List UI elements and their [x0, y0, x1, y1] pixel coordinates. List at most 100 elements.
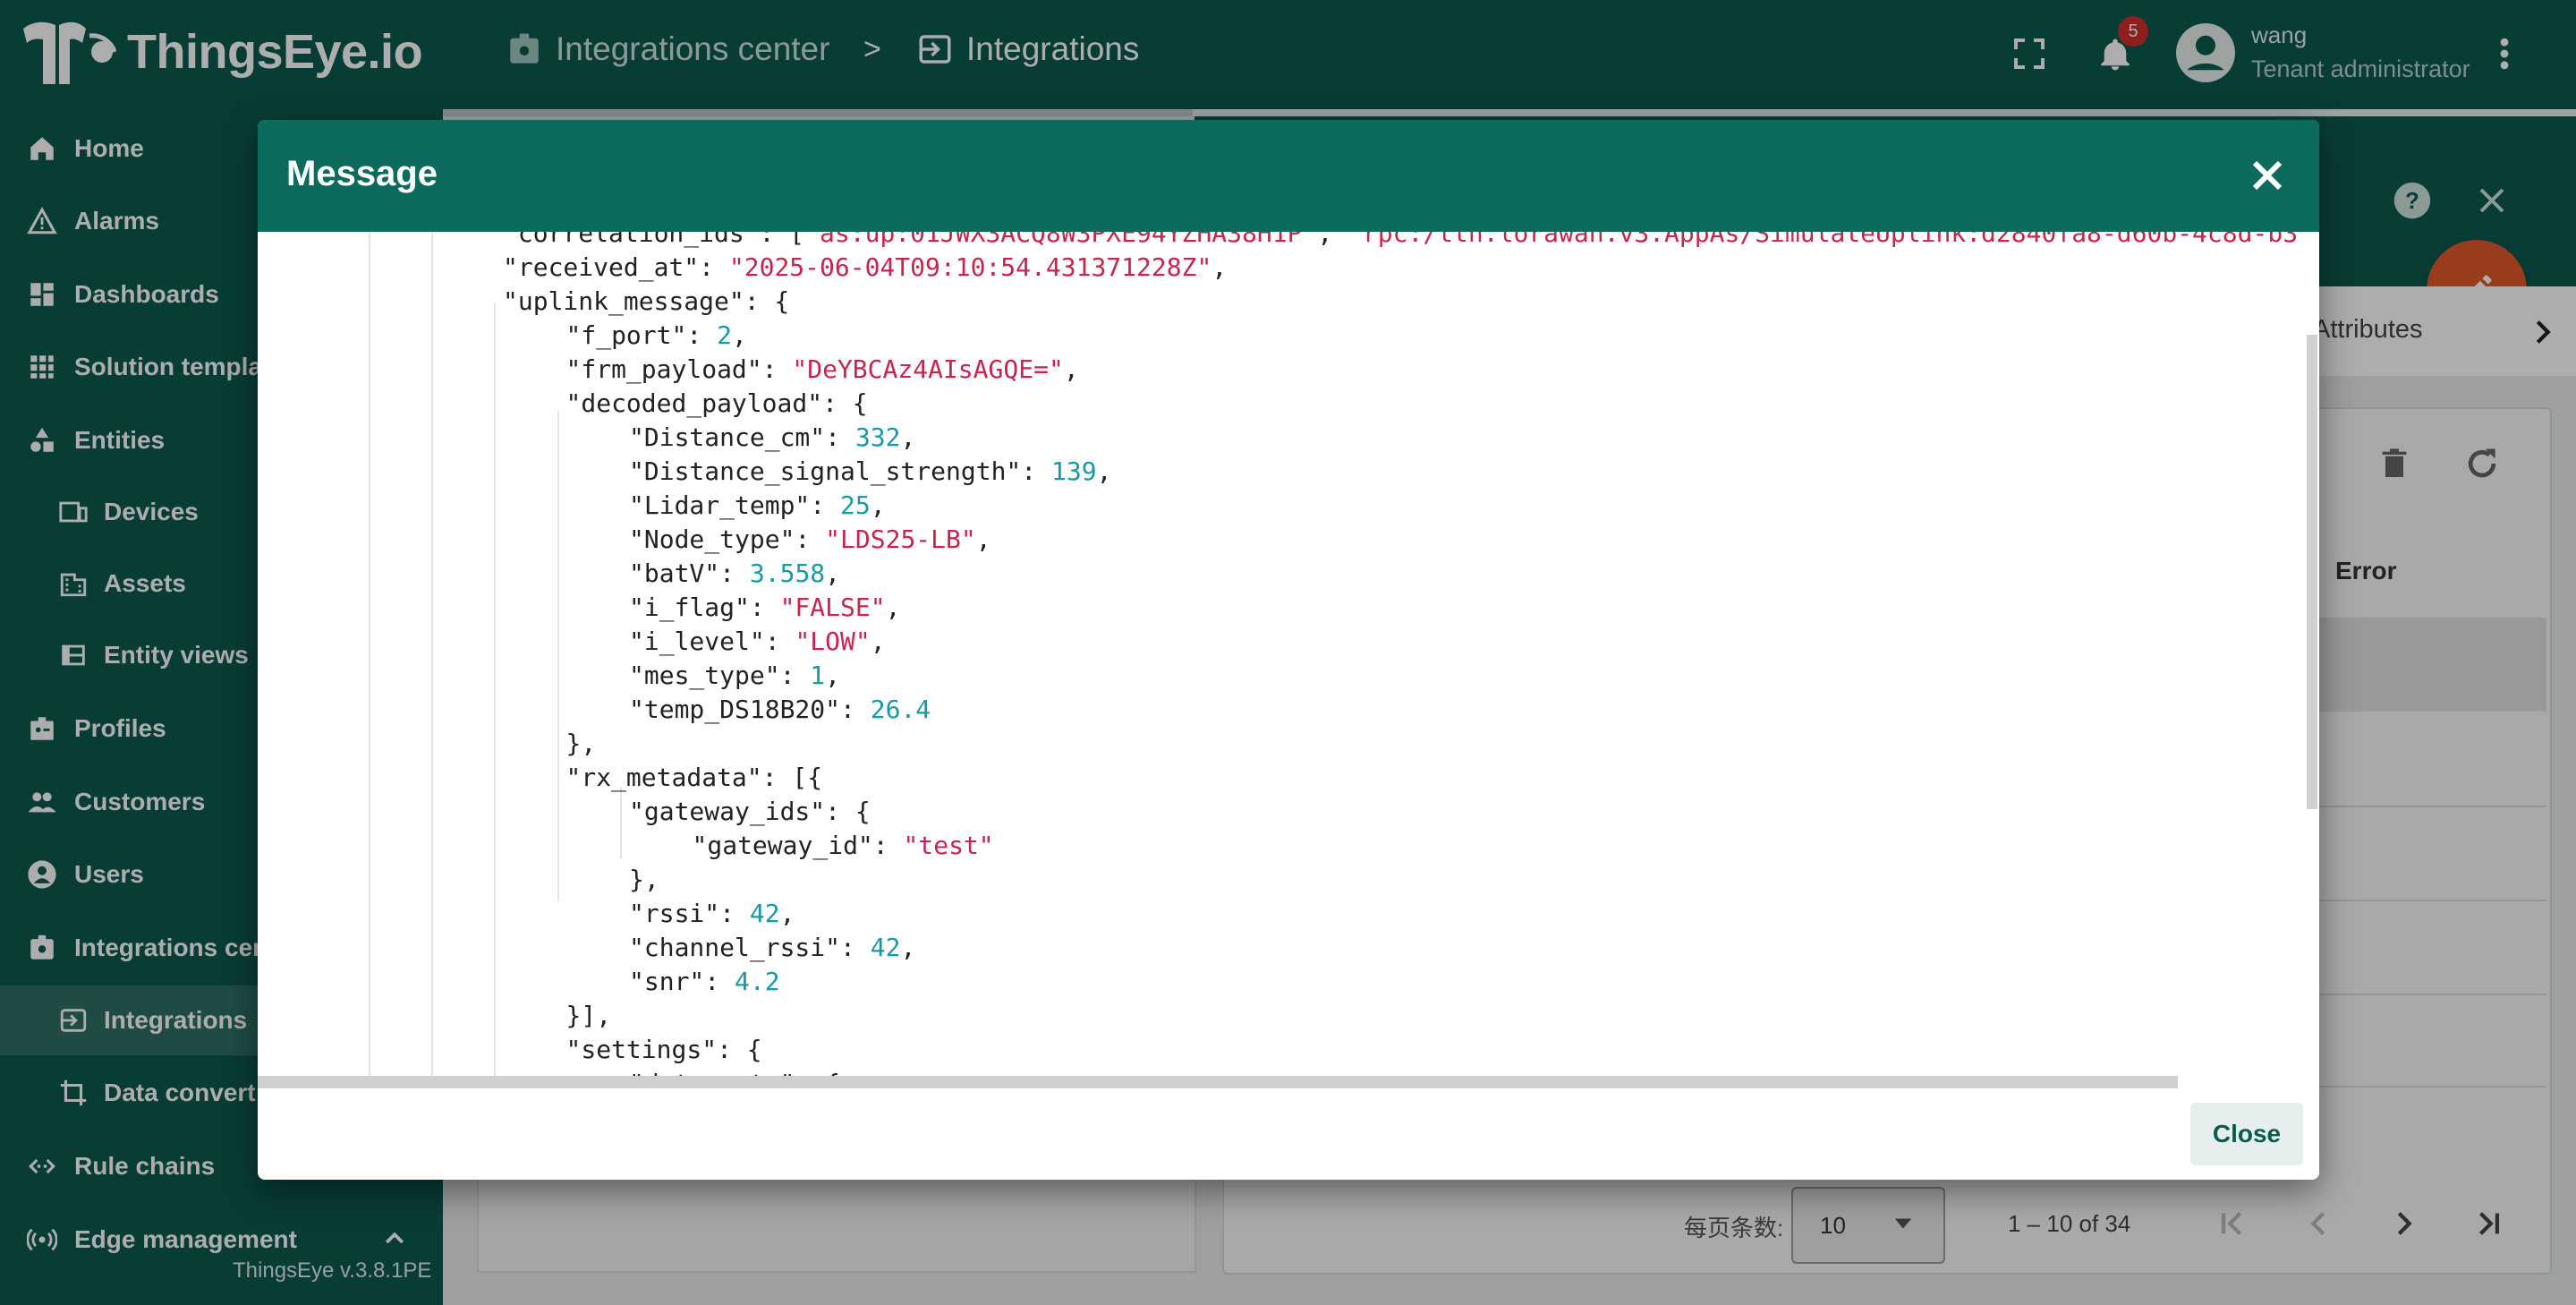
json-key: "rx_metadata": [565, 763, 762, 792]
json-number-value: 26.4: [870, 695, 931, 724]
json-line: "mes_type": 1,: [629, 659, 840, 693]
json-punctuation: : [{: [761, 763, 823, 792]
json-punctuation: ,: [900, 422, 916, 452]
json-punctuation: ,: [870, 627, 886, 656]
json-key: "uplink_message": [503, 286, 744, 316]
json-punctuation: ,: [825, 661, 841, 690]
horizontal-scrollbar[interactable]: [258, 1076, 2178, 1088]
json-line: "settings": {: [566, 1033, 762, 1067]
json-punctuation: ,: [900, 933, 916, 962]
json-number-value: 25: [840, 490, 871, 520]
json-key: "i_flag": [629, 593, 750, 622]
json-punctuation: :: [704, 967, 735, 996]
json-line: "correlation_ids": ["as:up:01JWX3ACQ8W3P…: [503, 232, 2298, 251]
json-punctuation: :: [686, 320, 718, 350]
json-key: "batV": [629, 559, 720, 588]
json-punctuation: :: [825, 422, 855, 452]
json-number-value: 42: [749, 899, 780, 928]
json-punctuation: :: [699, 252, 729, 282]
json-number-value: 42: [870, 933, 901, 962]
json-punctuation: },: [565, 729, 597, 758]
json-line: "temp_DS18B20": 26.4: [629, 693, 931, 727]
json-line: },: [629, 863, 659, 897]
json-line: "gateway_id": "test": [693, 829, 994, 863]
json-string-value: "2025-06-04T09:10:54.431371228Z": [728, 252, 1212, 282]
json-key: "gateway_id": [692, 831, 873, 860]
json-punctuation: : {: [825, 797, 871, 826]
json-punctuation: ,: [885, 593, 901, 622]
indent-guide: [557, 411, 559, 901]
json-line: "rssi": 42,: [629, 897, 795, 931]
json-key: "received_at": [503, 252, 700, 282]
close-icon[interactable]: [2242, 150, 2292, 200]
json-key: "settings": [565, 1035, 718, 1064]
json-key: "Distance_signal_strength": [629, 456, 1022, 486]
close-button[interactable]: Close: [2190, 1103, 2303, 1165]
json-line: "Lidar_temp": 25,: [629, 489, 886, 523]
json-punctuation: ,: [975, 525, 991, 554]
json-string-value: "LDS25-LB": [825, 525, 976, 554]
json-number-value: 3.558: [749, 559, 826, 588]
json-string-value: rpc:/ttn.lorawan.v3.AppAs/SimulateUplink…: [1362, 232, 2299, 248]
json-number-value: 1: [810, 661, 826, 690]
json-string-value: "test": [903, 831, 994, 860]
indent-guide: [620, 787, 622, 858]
json-line: "uplink_message": {: [503, 285, 789, 319]
json-key: "decoded_payload": [565, 388, 823, 418]
json-punctuation: : {: [717, 1035, 762, 1064]
json-punctuation: : {: [822, 388, 868, 418]
json-number-value: 2: [717, 320, 732, 350]
json-key: "temp_DS18B20": [629, 695, 841, 724]
json-punctuation: ,: [1063, 354, 1079, 384]
json-string-value: "DeYBCAz4AIsAGQE=": [792, 354, 1064, 384]
json-line: "gateway_ids": {: [629, 795, 871, 829]
json-key: "channel_rssi": [629, 933, 841, 962]
json-line: "snr": 4.2: [629, 965, 780, 999]
json-key: "i_level": [629, 627, 765, 656]
json-string-value: "FALSE": [779, 593, 886, 622]
indent-guide: [369, 232, 370, 1078]
json-key: "rssi": [629, 899, 720, 928]
json-line: "i_level": "LOW",: [629, 625, 886, 659]
json-string-value: as:up:01JWX3ACQ8W3PXE94YZHA38H1P": [820, 232, 1318, 248]
json-punctuation: ,: [1211, 252, 1228, 282]
json-key: "Node_type": [629, 525, 795, 554]
json-number-value: 4.2: [735, 967, 780, 996]
json-line: "frm_payload": "DeYBCAz4AIsAGQE=",: [566, 353, 1079, 387]
json-punctuation: ,: [779, 899, 795, 928]
json-line: "decoded_payload": {: [566, 387, 868, 421]
message-json-viewer[interactable]: "correlation_ids": ["as:up:01JWX3ACQ8W3P…: [258, 232, 2319, 1078]
json-punctuation: ,: [825, 559, 841, 588]
json-punctuation: : {: [744, 286, 790, 316]
json-line: "Node_type": "LDS25-LB",: [629, 523, 991, 557]
json-key: "snr": [629, 967, 705, 996]
json-line: },: [566, 727, 597, 761]
json-punctuation: ,: [731, 320, 747, 350]
json-key: "frm_payload": [565, 354, 762, 384]
json-punctuation: :: [872, 831, 904, 860]
json-line: "channel_rssi": 42,: [629, 931, 915, 965]
json-line: "f_port": 2,: [566, 319, 747, 353]
json-punctuation: :: [1021, 456, 1052, 486]
json-number-value: 332: [854, 422, 901, 452]
json-line: "batV": 3.558,: [629, 557, 840, 591]
json-key: "f_port": [565, 320, 687, 350]
json-punctuation: : [": [759, 232, 820, 248]
json-punctuation: :: [795, 525, 826, 554]
json-line: "rx_metadata": [{: [566, 761, 823, 795]
json-key: "mes_type": [629, 661, 780, 690]
json-key: "Distance_cm": [629, 422, 826, 452]
json-punctuation: :: [719, 899, 750, 928]
json-punctuation: ,: [1096, 456, 1112, 486]
json-punctuation: ,: [870, 490, 886, 520]
json-line: "Distance_signal_strength": 139,: [629, 455, 1111, 489]
json-key: "gateway_ids": [629, 797, 826, 826]
json-punctuation: :: [840, 933, 871, 962]
indent-guide: [431, 232, 433, 1078]
dialog-title: Message: [286, 154, 438, 193]
json-punctuation: :: [761, 354, 793, 384]
json-punctuation: :: [764, 627, 795, 656]
json-line: "i_flag": "FALSE",: [629, 591, 900, 625]
vertical-scrollbar[interactable]: [2307, 335, 2317, 809]
json-punctuation: :: [810, 490, 841, 520]
